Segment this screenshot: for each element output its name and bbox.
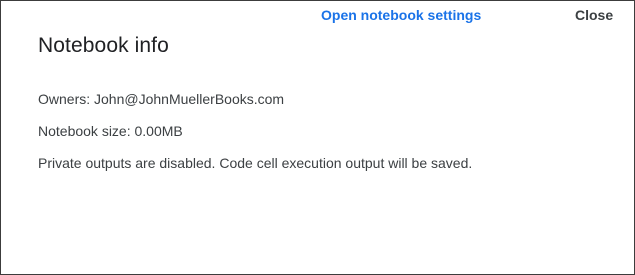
dialog-title: Notebook info <box>38 34 169 57</box>
notebook-size-text: Notebook size: 0.00MB <box>38 123 183 139</box>
open-notebook-settings-button[interactable]: Open notebook settings <box>321 1 481 29</box>
owners-text: Owners: John@JohnMuellerBooks.com <box>38 91 285 107</box>
close-button[interactable]: Close <box>575 1 613 29</box>
private-outputs-text: Private outputs are disabled. Code cell … <box>38 155 473 171</box>
notebook-info-dialog: Notebook info Owners: John@JohnMuellerBo… <box>0 0 635 275</box>
